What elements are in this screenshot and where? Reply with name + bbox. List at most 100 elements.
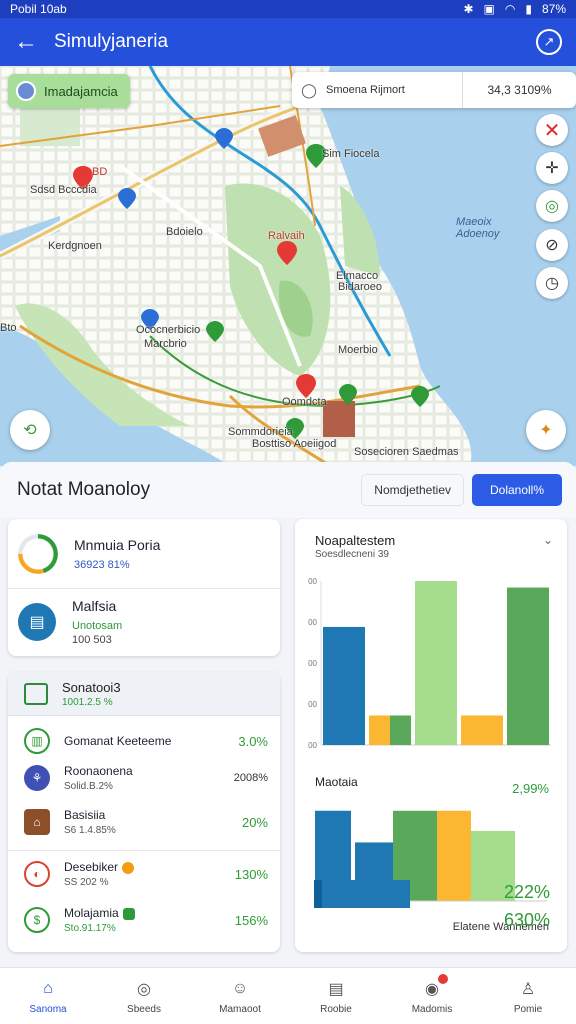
map-label: Ralvaih [268,230,305,242]
chart1-bar [390,715,411,745]
chart1-bar [461,715,503,745]
app-title: Simulyjaneria [54,31,169,52]
map-search-bar[interactable]: ◯ Smoena Rijmort 34,3 3109% [292,72,576,108]
search-input[interactable]: Smoena Rijmort [326,84,462,96]
map-label: Ococnerbicio [136,324,201,336]
filter-button[interactable]: Nomdjethetiev [361,474,464,506]
list-item[interactable]: ⌂ Basisiia S6 1.4.85% 20% [8,808,280,836]
status-bar: Pobil 10ab ✱ ▣ ◠ ▮ 87% [0,0,576,18]
person-icon[interactable]: ✦ [526,410,566,450]
map-view[interactable]: Imadajamcia ◯ Smoena Rijmort 34,3 3109% … [0,66,576,466]
nav-label: Sanoma [29,1003,67,1015]
list-item[interactable]: ◐ Desebiker SS 202 % 130% [8,860,280,888]
chevron-down-icon[interactable]: ⌄ [543,533,553,547]
nav-people[interactable]: ☺ Mamaoot [192,968,288,1024]
notification-dot [438,973,448,984]
percent-a: 222% [503,882,550,902]
check-badge-icon [122,907,135,920]
map-label: Oomdcta [282,396,327,408]
water-label: Maeoix Adoenoy [456,216,500,240]
spreadsheet-icon [24,682,48,705]
rotate-icon[interactable]: ◷ [536,267,568,299]
carrier-label: Pobil 10ab [10,2,67,16]
chart1-bar [415,581,457,745]
building-icon: ⌂ [24,809,50,835]
map-label: Sosecioren Saedmas [354,446,459,458]
chart2-percent: 2,99% [512,781,549,796]
map-label: Bto [0,322,17,334]
back-arrow-icon[interactable]: ← [14,28,54,56]
close-icon[interactable]: ✕ [536,114,568,146]
list-title: Sonatooi3 [62,679,121,695]
chart-title: Noapaltestem [315,533,396,548]
device-icon: ▤ [18,602,56,641]
dollar-icon: $ [24,907,50,933]
y-tick-label: 00 [308,700,317,709]
item-value: 2008% [233,772,268,784]
y-tick-label: 00 [308,618,317,627]
summary-row[interactable]: ▤ Malfsia Unotosam 100 503 [8,588,280,654]
map-label: Sdsd Bcccdia [30,184,97,196]
map-label: Kerdgnoen [48,240,102,252]
item-sub: Solid.B.2% [64,781,113,792]
home-icon: ⌂ [43,979,53,997]
item-sub: SS 202 % [64,877,109,888]
summary-sub: Unotosam [72,619,123,632]
map-label-city-code: BD [92,166,108,178]
nav-explore[interactable]: ◎ Sbeeds [96,968,192,1024]
progress-ring [18,534,58,574]
layers-icon[interactable]: ⟲ [10,410,50,450]
bar-chart-icon: ▥ [24,728,50,754]
people-icon: ☺ [231,979,249,997]
nav-label: Madomis [411,1003,453,1015]
item-value: 3.0% [238,733,268,749]
map-label: Sim Fiocela [322,148,380,160]
signal-icon: ▮ [525,2,532,16]
user-icon: ♙ [520,980,536,998]
gauge-icon: ◐ [24,861,50,887]
map-label: Bosttiso Aoeiigod [252,438,337,450]
list-item[interactable]: ▥ Gomanat Keeteeme 3.0% [8,728,280,754]
item-value: 20% [241,814,268,830]
bottom-panel: Notat Moanoloy Nomdjethetiev Dolanoll% M… [0,462,576,967]
compass-control-icon[interactable]: ⊘ [536,229,568,261]
map-label: Sommdorieia [228,426,293,438]
summary-sub: 36923 81% [74,559,130,571]
document-icon: ▤ [328,980,344,998]
chart1-bar [323,626,365,745]
location-pin-icon: ◯ [301,81,317,98]
bluetooth-icon: ✱ [463,2,474,16]
chart3-bar [314,880,410,908]
item-name: Basisiia [64,808,106,822]
crosshair-icon[interactable]: ✛ [536,152,568,184]
primary-action-button[interactable]: Dolanoll% [472,474,562,506]
divider [8,850,280,851]
item-name: Gomanat Keeteeme [64,734,172,748]
item-sub: S6 1.4.85% [64,825,116,836]
nav-profile[interactable]: ♙ Pomie [480,968,576,1024]
nav-messages[interactable]: ◉ Madomis [384,968,480,1024]
y-tick-label: 00 [308,741,317,750]
list-item[interactable]: ⚘ Roonaonena Solid.B.2% 2008% [8,764,280,792]
avatar [16,81,36,101]
chart1-bar [507,587,549,745]
list-item[interactable]: $ Molajamia Sto.91.17% 156% [8,906,280,934]
map-label: Bdoielo [166,226,203,238]
list-card: Sonatooi3 1001.2.5 % ▥ Gomanat Keeteeme … [8,672,280,952]
item-name: Roonaonena [64,764,133,778]
summary-name: Mnmuia Poria [74,537,161,553]
locate-icon[interactable]: ◎ [536,190,568,222]
nav-home[interactable]: ⌂ Sanoma [0,968,96,1024]
chart1-bar [369,715,390,745]
item-sub: Sto.91.17% [64,923,116,934]
compass-icon[interactable]: ↗ [536,29,562,55]
coordinates-readout: 34,3 3109% [462,72,576,108]
nav-reports[interactable]: ▤ Roobie [288,968,384,1024]
summary-row[interactable]: Mnmuia Poria 36923 81% [8,521,280,587]
network-icon: ⚘ [24,765,50,791]
item-name: Desebiker [64,860,235,874]
location-chip[interactable]: Imadajamcia [8,74,130,108]
list-subtitle: 1001.2.5 % [62,696,113,708]
percent-b: 630% [503,910,550,930]
chart3-bar-accent [314,880,322,908]
